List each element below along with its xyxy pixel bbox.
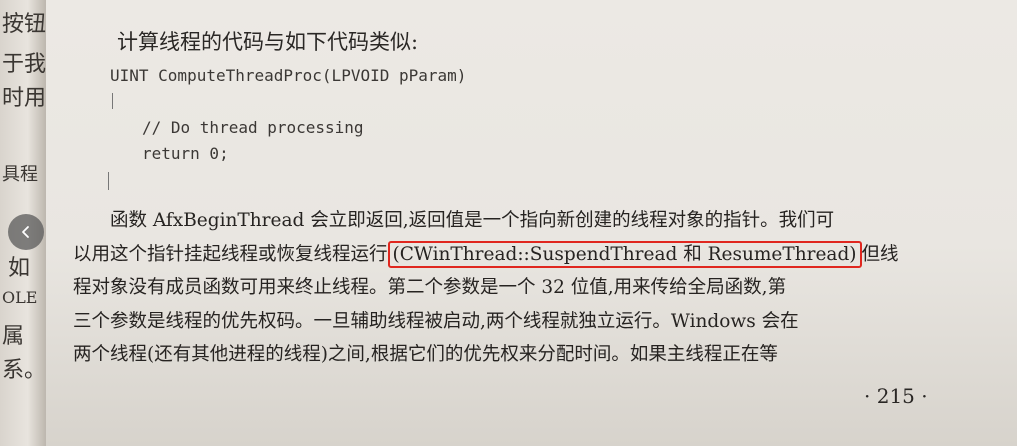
- left-fragment: 如: [8, 256, 31, 281]
- previous-image-button[interactable]: [8, 214, 44, 250]
- paragraph-text: 以用这个指针挂起线程或恢复线程运行: [73, 243, 388, 265]
- code-brace-open: [112, 93, 113, 109]
- book-page: 计算线程的代码与如下代码类似: UINT ComputeThreadProc(L…: [46, 0, 1017, 446]
- code-line-signature: UINT ComputeThreadProc(LPVOID pParam): [110, 66, 467, 85]
- code-brace-close: [108, 172, 109, 190]
- left-fragment: 于我: [2, 52, 46, 77]
- left-fragment: OLE: [2, 288, 38, 307]
- code-line-return: return 0;: [142, 144, 229, 163]
- left-fragment: 系。: [2, 358, 46, 383]
- left-fragment: 属: [2, 324, 25, 349]
- highlighted-text: (CWinThread::SuspendThread 和 ResumeThrea…: [387, 240, 862, 268]
- paragraph-line: 程对象没有成员函数可用来终止线程。第二个参数是一个 32 位值,用来传给全局函数…: [73, 277, 787, 298]
- left-fragment: 按钮: [2, 12, 46, 37]
- page-number: · 215 ·: [864, 384, 928, 408]
- paragraph-line: 以用这个指针挂起线程或恢复线程运行 (CWinThread::SuspendThr…: [73, 238, 973, 272]
- body-paragraph: 函数 AfxBeginThread 会立即返回,返回值是一个指向新创建的线程对象…: [73, 204, 973, 372]
- left-fragment: 具程: [2, 164, 38, 185]
- section-heading: 计算线程的代码与如下代码类似:: [117, 30, 419, 54]
- paragraph-line: 函数 AfxBeginThread 会立即返回,返回值是一个指向新创建的线程对象…: [110, 210, 835, 231]
- paragraph-text: 但线: [861, 243, 899, 265]
- paragraph-line: 两个线程(还有其他进程的线程)之间,根据它们的优先权来分配时间。如果主线程正在等: [73, 344, 778, 365]
- code-line-comment: // Do thread processing: [142, 118, 364, 137]
- chevron-left-icon: [22, 226, 29, 238]
- left-fragment: 时用: [2, 86, 46, 111]
- paragraph-line: 三个参数是线程的优先权码。一旦辅助线程被启动,两个线程就独立运行。Windows…: [73, 310, 799, 332]
